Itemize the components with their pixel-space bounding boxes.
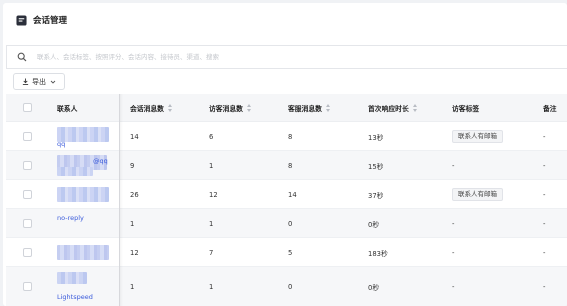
row-checkbox[interactable]	[23, 161, 32, 170]
cell-visitor-tag: -	[452, 248, 455, 257]
contact-avatar-redacted	[57, 245, 109, 260]
title-bar: 会话管理	[3, 3, 567, 37]
content-card: 会话管理 导出 联系人	[3, 3, 567, 306]
column-header-session-msgs[interactable]: 会话消息数	[130, 94, 172, 122]
cell-first-response: 0秒	[368, 220, 380, 229]
table-row[interactable]: 26 12 14 37秒 联系人有邮箱 -	[6, 180, 567, 209]
cell-note: -	[543, 132, 546, 141]
cell-agent-msgs: 5	[288, 248, 293, 257]
cell-first-response: 13秒	[368, 133, 384, 142]
cell-session-msgs: 1	[130, 282, 135, 291]
download-icon	[22, 78, 29, 85]
cell-visitor-msgs: 1	[209, 219, 214, 228]
select-all-checkbox[interactable]	[23, 103, 32, 112]
cell-first-response: 183秒	[368, 249, 388, 258]
row-checkbox[interactable]	[23, 248, 32, 257]
cell-visitor-msgs: 6	[209, 132, 214, 141]
cell-note: -	[543, 248, 546, 257]
cell-agent-msgs: 8	[288, 161, 293, 170]
export-label: 导出	[32, 77, 46, 86]
visitor-tag-badge: 联系人有邮箱	[452, 130, 503, 143]
export-button[interactable]: 导出	[13, 73, 65, 90]
search-icon	[17, 52, 27, 62]
sort-icon[interactable]	[246, 104, 251, 112]
cell-note: -	[543, 282, 546, 291]
row-checkbox[interactable]	[23, 282, 32, 291]
search-input[interactable]	[37, 53, 437, 61]
row-checkbox[interactable]	[23, 219, 32, 228]
cell-visitor-tag: 联系人有邮箱	[452, 180, 503, 209]
row-checkbox[interactable]	[23, 132, 32, 141]
table-header: 联系人 会话消息数 访客消息数 客服消息数 首次响应时长 访客标签 备注	[6, 94, 567, 122]
cell-visitor-tag: -	[452, 161, 455, 170]
cell-note: -	[543, 219, 546, 228]
contact-avatar-redacted	[57, 272, 87, 284]
column-header-note: 备注	[543, 105, 557, 113]
cell-note: -	[543, 161, 546, 170]
cell-visitor-msgs: 7	[209, 248, 214, 257]
column-header-agent-msgs[interactable]: 客服消息数	[288, 94, 330, 122]
visitor-tag-badge: 联系人有邮箱	[452, 188, 503, 201]
page: 会话管理 导出 联系人	[0, 0, 567, 306]
row-checkbox[interactable]	[23, 190, 32, 199]
cell-visitor-msgs: 12	[209, 190, 218, 199]
table-row[interactable]: qq 14 6 8 13秒 联系人有邮箱 -	[6, 122, 567, 151]
search-bar	[6, 45, 567, 69]
contact-avatar-redacted	[57, 167, 93, 176]
contact-name[interactable]: no-reply	[57, 214, 84, 222]
contact-name[interactable]: qq	[57, 140, 65, 148]
column-header-first-response[interactable]: 首次响应时长	[368, 94, 417, 122]
column-header-contact: 联系人	[57, 105, 78, 113]
cell-visitor-msgs: 1	[209, 282, 214, 291]
cell-agent-msgs: 14	[288, 190, 297, 199]
table-row[interactable]: 12 7 5 183秒 - -	[6, 238, 567, 267]
cell-session-msgs: 26	[130, 190, 139, 199]
column-header-visitor-msgs[interactable]: 访客消息数	[209, 94, 251, 122]
cell-note: -	[543, 190, 546, 199]
cell-visitor-tag: -	[452, 282, 455, 291]
table-row[interactable]: @qq 9 1 8 15秒 - -	[6, 151, 567, 180]
column-header-visitor-tag: 访客标签	[452, 105, 480, 113]
cell-agent-msgs: 0	[288, 282, 293, 291]
chevron-down-icon	[50, 80, 56, 84]
cell-session-msgs: 1	[130, 219, 135, 228]
cell-session-msgs: 14	[130, 132, 139, 141]
cell-agent-msgs: 8	[288, 132, 293, 141]
frozen-column-shadow	[119, 94, 123, 306]
table-row[interactable]: Lightspeed 1 1 0 0秒 - -	[6, 267, 567, 306]
sort-icon[interactable]	[325, 104, 330, 112]
cell-visitor-tag: 联系人有邮箱	[452, 122, 503, 151]
sessions-table: 联系人 会话消息数 访客消息数 客服消息数 首次响应时长 访客标签 备注 qq …	[6, 94, 567, 306]
cell-agent-msgs: 0	[288, 219, 293, 228]
contact-avatar-redacted	[57, 187, 109, 202]
table-row[interactable]: no-reply 1 1 0 0秒 - -	[6, 209, 567, 238]
page-title: 会话管理	[33, 16, 68, 26]
cell-visitor-msgs: 1	[209, 161, 214, 170]
cell-session-msgs: 9	[130, 161, 135, 170]
cell-session-msgs: 12	[130, 248, 139, 257]
cell-first-response: 0秒	[368, 283, 380, 292]
contact-name[interactable]: Lightspeed	[57, 293, 93, 301]
sort-icon[interactable]	[412, 104, 417, 112]
chat-session-icon	[16, 14, 27, 26]
cell-first-response: 15秒	[368, 162, 384, 171]
contact-name[interactable]: @qq	[93, 157, 108, 165]
cell-first-response: 37秒	[368, 191, 384, 200]
sort-icon[interactable]	[167, 104, 172, 112]
cell-visitor-tag: -	[452, 219, 455, 228]
